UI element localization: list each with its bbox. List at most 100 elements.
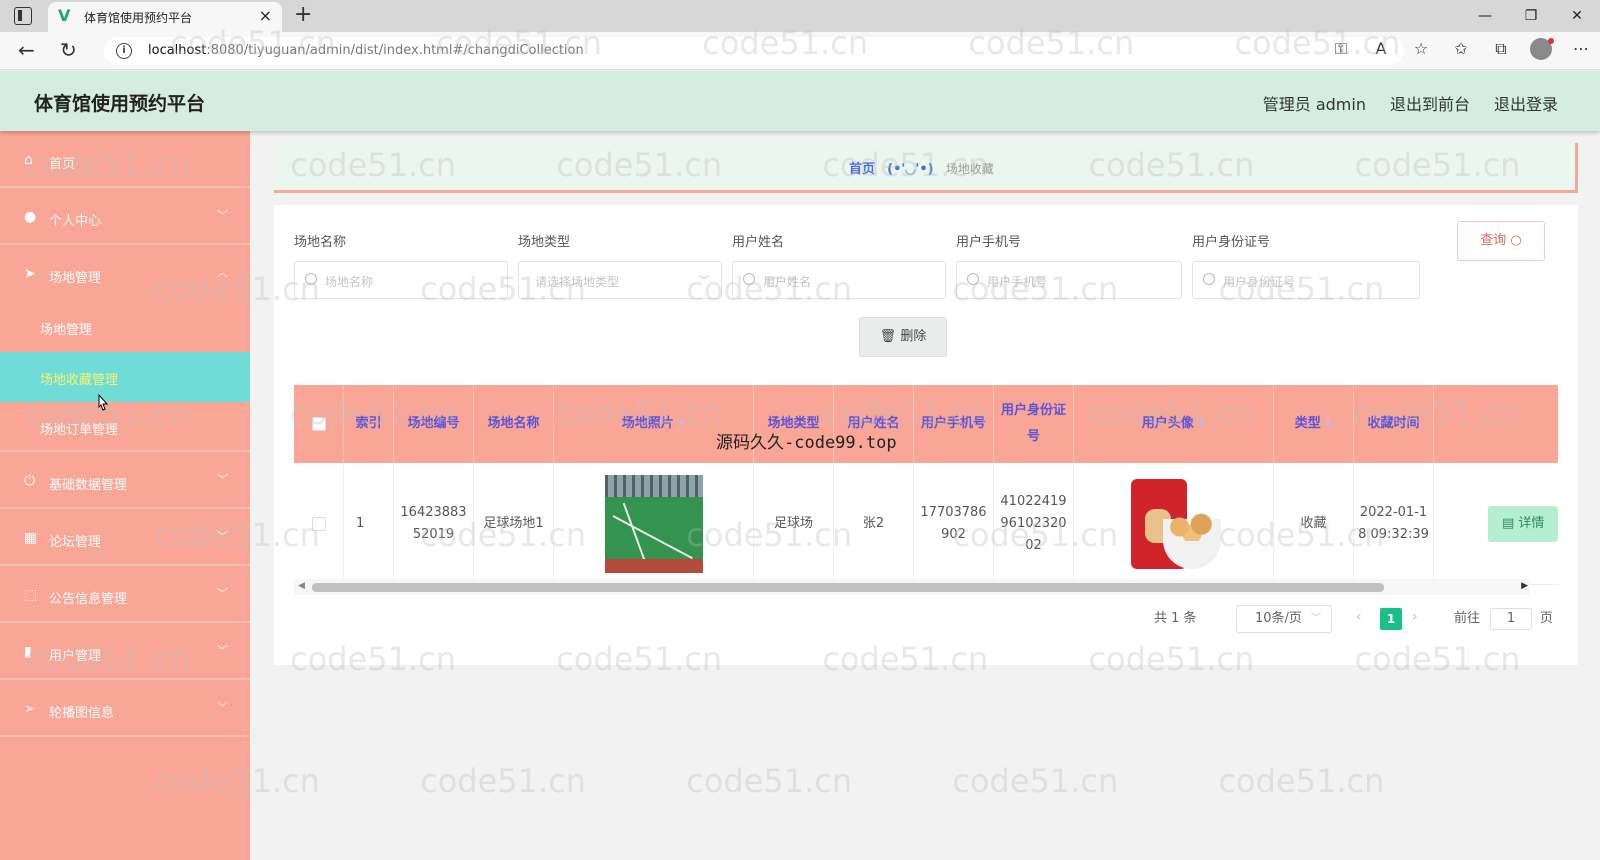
sidebar-item-carousel[interactable]: ➢ 轮播图信息 ﹀	[0, 680, 250, 737]
tab-title: 体育馆使用预约平台	[84, 11, 193, 25]
col-venue-name[interactable]: 场地名称	[474, 385, 554, 463]
col-actions	[1434, 385, 1558, 463]
home-icon: ⌂	[24, 152, 33, 168]
breadcrumb-home[interactable]: 首页	[849, 162, 875, 177]
col-user-avatar[interactable]: 用户头像 ⬍	[1074, 385, 1274, 463]
cell-venue-photo	[554, 463, 754, 585]
detail-button-label: 详情	[1518, 516, 1545, 531]
sidebar-item-base-data[interactable]: ⏻ 基础数据管理 ﹀	[0, 452, 250, 509]
header-label: 用户头像	[1141, 416, 1194, 431]
header-label: 索引	[355, 416, 382, 431]
browser-tab[interactable]: V 体育馆使用预约平台 ×	[48, 2, 282, 32]
sidebar-subitem-venue-orders[interactable]: 场地订单管理	[0, 402, 250, 452]
sidebar: ⌂ 首页 ● 个人中心 ﹀ ➤ 场地管理 ︿ 场地管理 场地收藏管理 场地订单管…	[0, 131, 250, 860]
venue-type-select[interactable]: 请选择场地类型 ﹀	[518, 261, 722, 299]
placeholder: 场地名称	[325, 275, 374, 289]
chevron-down-icon: ﹀	[217, 587, 228, 600]
sidebar-subitem-label: 场地收藏管理	[40, 373, 119, 388]
goto-page-input[interactable]: 1	[1490, 608, 1532, 630]
sidebar-item-label: 首页	[49, 157, 76, 172]
trash-icon: 🗑	[879, 329, 901, 344]
close-tab-icon[interactable]: ×	[259, 7, 272, 25]
sort-icon: ⬍	[676, 418, 686, 429]
col-type[interactable]: 类型 ⬍	[1274, 385, 1354, 463]
new-tab-icon[interactable]: +	[294, 3, 312, 27]
cell-index: 1	[344, 463, 394, 585]
cell-collect-time: 2022-01-18 09:32:39	[1354, 463, 1434, 585]
select-all-checkbox[interactable]	[311, 417, 326, 431]
cell-user-avatar	[1074, 463, 1274, 585]
sidebar-item-label: 场地管理	[49, 271, 102, 286]
document-icon: ▤	[1502, 516, 1519, 531]
sidebar-subitem-venue-collection[interactable]: 场地收藏管理	[0, 352, 250, 402]
placeholder: 请选择场地类型	[535, 275, 620, 289]
sidebar-item-home[interactable]: ⌂ 首页	[0, 131, 250, 188]
app-header: 体育馆使用预约平台 管理员 admin 退出到前台 退出登录	[0, 71, 1600, 131]
page-number-current[interactable]: 1	[1380, 608, 1402, 630]
chevron-down-icon: ﹀	[217, 209, 228, 222]
user-id-input[interactable]: 用户身份证号	[1192, 261, 1420, 299]
query-button[interactable]: 查询 ○	[1457, 221, 1545, 261]
chevron-down-icon: ﹀	[217, 473, 228, 486]
add-favorite-icon[interactable]: ☆	[1410, 38, 1432, 60]
cell-user-id: 410224199610232002	[994, 463, 1074, 585]
venue-name-input[interactable]: 场地名称	[294, 261, 508, 299]
close-window-icon[interactable]: ✕	[1554, 0, 1600, 32]
scroll-left-icon[interactable]: ◀	[298, 581, 305, 591]
page-size-value: 10条/页	[1255, 611, 1302, 626]
tab-actions-icon[interactable]	[14, 7, 32, 25]
col-collect-time[interactable]: 收藏时间	[1354, 385, 1434, 463]
profile-avatar[interactable]	[1530, 38, 1554, 60]
sidebar-item-venue[interactable]: ➤ 场地管理 ︿	[0, 245, 250, 302]
detail-button[interactable]: ▤ 详情	[1488, 506, 1558, 542]
to-front-link[interactable]: 退出到前台	[1390, 91, 1470, 115]
horizontal-scrollbar[interactable]: ◀ ▶	[294, 579, 1530, 595]
reload-icon[interactable]: ↻	[60, 39, 77, 61]
scroll-right-icon[interactable]: ▶	[1521, 581, 1528, 591]
chevron-down-icon: ﹀	[217, 530, 228, 543]
sidebar-item-users[interactable]: ▮ 用户管理 ﹀	[0, 623, 250, 680]
cell-user-phone: 17703786902	[914, 463, 994, 585]
next-page-icon[interactable]: ›	[1412, 609, 1418, 625]
sidebar-item-label: 论坛管理	[49, 535, 102, 550]
url-field[interactable]: i localhost:8080/tiyuguan/admin/dist/ind…	[104, 37, 1404, 65]
venue-photo[interactable]	[604, 475, 703, 573]
header-label: 类型	[1294, 416, 1321, 431]
read-aloud-icon[interactable]: A	[1370, 38, 1392, 60]
col-user-phone[interactable]: 用户手机号	[914, 385, 994, 463]
pagination-total: 共 1 条	[1154, 611, 1197, 626]
restore-icon[interactable]: ❐	[1508, 0, 1554, 32]
row-checkbox[interactable]	[311, 517, 326, 531]
prev-page-icon[interactable]: ‹	[1356, 609, 1362, 625]
user-phone-input[interactable]: 用户手机号	[956, 261, 1182, 299]
send-icon: ➤	[24, 266, 36, 282]
logout-link[interactable]: 退出登录	[1494, 91, 1558, 115]
info-icon[interactable]: i	[116, 43, 132, 59]
more-icon[interactable]: ⋯	[1570, 38, 1592, 60]
sidebar-item-personal[interactable]: ● 个人中心 ﹀	[0, 188, 250, 245]
minimize-icon[interactable]: —	[1462, 0, 1508, 32]
page-size-select[interactable]: 10条/页 ﹀	[1236, 605, 1332, 633]
goto-label: 前往	[1454, 611, 1481, 626]
back-icon[interactable]: ←	[18, 39, 35, 61]
user-name-input[interactable]: 用户姓名	[732, 261, 946, 299]
row-select-cell	[294, 463, 344, 585]
scrollbar-thumb[interactable]	[312, 583, 1384, 592]
sidebar-subitem-venue-manage[interactable]: 场地管理	[0, 302, 250, 352]
col-index[interactable]: 索引	[344, 385, 394, 463]
delete-button[interactable]: 🗑 删除	[859, 317, 947, 357]
col-user-id[interactable]: 用户身份证号	[994, 385, 1074, 463]
power-icon: ⏻	[24, 473, 36, 489]
col-venue-no[interactable]: 场地编号	[394, 385, 474, 463]
breadcrumb-current: 场地收藏	[945, 162, 994, 176]
header-label: 用户身份证号	[1000, 403, 1066, 444]
collections-icon[interactable]: ⧉	[1490, 38, 1512, 60]
user-avatar-image[interactable]	[1124, 475, 1223, 573]
sidebar-item-forum[interactable]: ▦ 论坛管理 ﹀	[0, 509, 250, 566]
main-content: 场地名称 场地名称 场地类型 请选择场地类型 ﹀ 用户姓名 用户姓名 用户手机号…	[274, 205, 1578, 665]
url-text: localhost:8080/tiyuguan/admin/dist/index…	[148, 43, 584, 58]
favorites-icon[interactable]: ✩	[1450, 38, 1472, 60]
sidebar-item-notice[interactable]: ⬚ 公告信息管理 ﹀	[0, 566, 250, 623]
sidebar-item-label: 轮播图信息	[49, 706, 115, 721]
key-icon[interactable]: ⚿	[1330, 38, 1352, 60]
